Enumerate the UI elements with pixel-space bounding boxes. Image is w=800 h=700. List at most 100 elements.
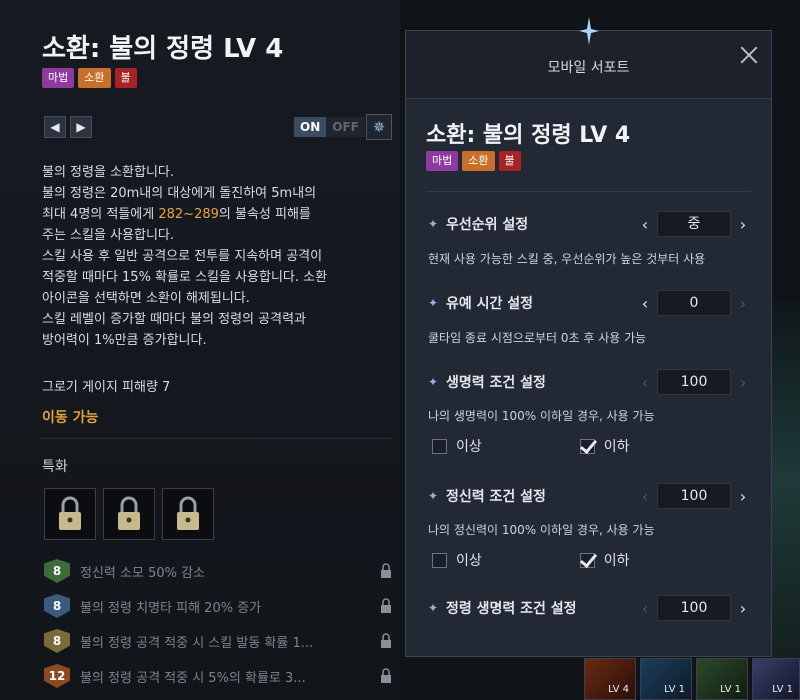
priority-value: 중: [657, 211, 731, 237]
chevron-right-icon: ▶: [76, 120, 86, 134]
hp-stepper: ‹ 100 ›: [633, 369, 755, 395]
hp-condition-options: 이상 이하: [432, 436, 732, 456]
setting-label: 우선순위 설정: [446, 217, 529, 233]
spec-item-text: 불의 정령 공격 적중 시 5%의 확률로 3...: [80, 670, 306, 686]
padlock-icon: [59, 496, 81, 530]
panel-skill-title: 소환: 불의 정령 LV 4: [426, 123, 631, 148]
background-scenery: [772, 300, 800, 660]
hp-setting: ✦ 생명력 조건 설정 ‹ 100 ›: [428, 369, 755, 395]
close-button[interactable]: [737, 43, 761, 67]
star-icon: ✦: [428, 375, 439, 389]
priority-setting: ✦ 우선순위 설정 ‹ 중 ›: [428, 211, 755, 237]
desc-line: 스킬 사용 후 일반 공격으로 전투를 지속하며 공격이: [42, 249, 323, 264]
lock-icon: [381, 598, 391, 613]
setting-label: 생명력 조건 설정: [446, 375, 546, 391]
checkbox-box[interactable]: [432, 552, 447, 568]
decrease-button[interactable]: ‹: [633, 599, 657, 618]
groggy-damage: 그로기 게이지 피해량 7: [42, 380, 171, 395]
skill-level: LV 1: [720, 684, 741, 695]
decrease-button[interactable]: ‹: [633, 294, 657, 313]
checkbox-label: 이상: [456, 553, 482, 569]
panel-header: 모바일 서포트: [406, 17, 771, 99]
lock-icon: [381, 633, 391, 648]
priority-stepper: ‹ 중 ›: [633, 211, 755, 237]
hp-below-checkbox[interactable]: 이하: [579, 436, 630, 456]
increase-button[interactable]: ›: [731, 294, 755, 313]
tag-magic: 마법: [426, 151, 459, 171]
setting-label: 유예 시간 설정: [446, 296, 534, 312]
mp-below-checkbox[interactable]: 이하: [579, 550, 630, 570]
padlock-icon: [118, 496, 140, 530]
checkbox-label: 이하: [603, 553, 630, 569]
spec-item[interactable]: 8 정신력 소모 50% 감소: [44, 559, 392, 583]
skill-level: LV 4: [608, 684, 629, 695]
increase-button[interactable]: ›: [731, 373, 755, 392]
desc-text: 최대 4명의 적들에게: [42, 207, 159, 222]
skill-title: 소환: 불의 정령 LV 4: [42, 34, 284, 64]
spec-slot-2[interactable]: [103, 488, 155, 540]
checkbox-label: 이상: [456, 439, 482, 455]
skill-bar-icon[interactable]: LV 1: [696, 658, 748, 700]
skill-bar-icon[interactable]: LV 1: [640, 658, 692, 700]
toggle-on[interactable]: ON: [294, 117, 327, 137]
specialization-title: 특화: [42, 459, 68, 475]
checkbox-label: 이하: [603, 439, 630, 455]
spec-item-text: 불의 정령 치명타 피해 20% 증가: [80, 600, 262, 616]
prev-skill-button[interactable]: ◀: [44, 116, 66, 138]
movable-status: 이동 가능: [42, 410, 99, 426]
decrease-button[interactable]: ‹: [633, 487, 657, 506]
spec-slot-3[interactable]: [162, 488, 214, 540]
skill-bar-icon[interactable]: LV 1: [752, 658, 800, 700]
mobile-support-panel: 모바일 서포트 소환: 불의 정령 LV 4 마법 소환 불 ✦ 우선순위 설정…: [405, 17, 772, 657]
spec-slot-1[interactable]: [44, 488, 96, 540]
setting-description: 현재 사용 가능한 스킬 중, 우선순위가 높은 것부터 사용: [428, 252, 706, 266]
spirit-hp-setting: ✦ 정령 생명력 조건 설정 ‹ 100 ›: [428, 595, 755, 621]
increase-button[interactable]: ›: [731, 487, 755, 506]
padlock-icon: [177, 496, 199, 530]
divider: [40, 438, 392, 439]
toggle-off[interactable]: OFF: [326, 117, 365, 137]
decrease-button[interactable]: ‹: [633, 373, 657, 392]
hp-above-checkbox[interactable]: 이상: [432, 436, 482, 456]
delay-stepper: ‹ 0 ›: [633, 290, 755, 316]
spec-item-text: 불의 정령 공격 적중 시 스킬 발동 확률 1...: [80, 635, 314, 651]
next-skill-button[interactable]: ▶: [70, 116, 92, 138]
increase-button[interactable]: ›: [731, 599, 755, 618]
skill-bar-icon[interactable]: LV 4: [584, 658, 636, 700]
star-icon: ✦: [428, 601, 439, 615]
decrease-button[interactable]: ‹: [633, 215, 657, 234]
mp-setting: ✦ 정신력 조건 설정 ‹ 100 ›: [428, 483, 755, 509]
spec-item[interactable]: 8 불의 정령 공격 적중 시 스킬 발동 확률 1...: [44, 629, 392, 653]
hp-value: 100: [657, 369, 731, 395]
panel-skill-tags: 마법 소환 불: [426, 151, 521, 171]
spec-item[interactable]: 8 불의 정령 치명타 피해 20% 증가: [44, 594, 392, 618]
mp-value: 100: [657, 483, 731, 509]
chevron-left-icon: ◀: [50, 120, 60, 134]
spirit-hp-stepper: ‹ 100 ›: [633, 595, 755, 621]
desc-line: 적중할 때마다 15% 확률로 스킬을 사용합니다. 소환: [42, 270, 328, 285]
skill-toggle[interactable]: ON OFF: [294, 117, 365, 137]
setting-label: 정신력 조건 설정: [446, 489, 546, 505]
mp-condition-options: 이상 이하: [432, 550, 732, 570]
increase-button[interactable]: ›: [731, 215, 755, 234]
panel-title: 모바일 서포트: [547, 60, 630, 76]
mp-above-checkbox[interactable]: 이상: [432, 550, 482, 570]
spirit-hp-value: 100: [657, 595, 731, 621]
checkbox-box[interactable]: [432, 438, 447, 454]
divider: [426, 191, 751, 192]
damage-value: 282~289: [158, 207, 219, 222]
spec-level-badge: 8: [44, 629, 70, 653]
setting-description: 나의 정신력이 100% 이하일 경우, 사용 가능: [428, 523, 655, 537]
skill-level: LV 1: [664, 684, 685, 695]
checkmark-icon[interactable]: [579, 552, 595, 568]
desc-line: 방어력이 1%만큼 증가합니다.: [42, 333, 207, 348]
skill-description: 불의 정령을 소환합니다. 불의 정령은 20m내의 대상에게 돌진하여 5m내…: [42, 162, 392, 351]
checkmark-icon[interactable]: [579, 438, 595, 454]
auto-skill-icon[interactable]: ✵: [366, 114, 392, 140]
delay-value: 0: [657, 290, 731, 316]
skill-detail-panel: 소환: 불의 정령 LV 4 마법 소환 불 ◀ ▶ ON OFF ✵ 불의 정…: [0, 0, 400, 700]
tag-fire: 불: [498, 151, 521, 171]
spec-item[interactable]: 12 불의 정령 공격 적중 시 5%의 확률로 3...: [44, 664, 392, 688]
sparkle-icon: [579, 17, 599, 45]
lock-icon: [381, 668, 391, 683]
